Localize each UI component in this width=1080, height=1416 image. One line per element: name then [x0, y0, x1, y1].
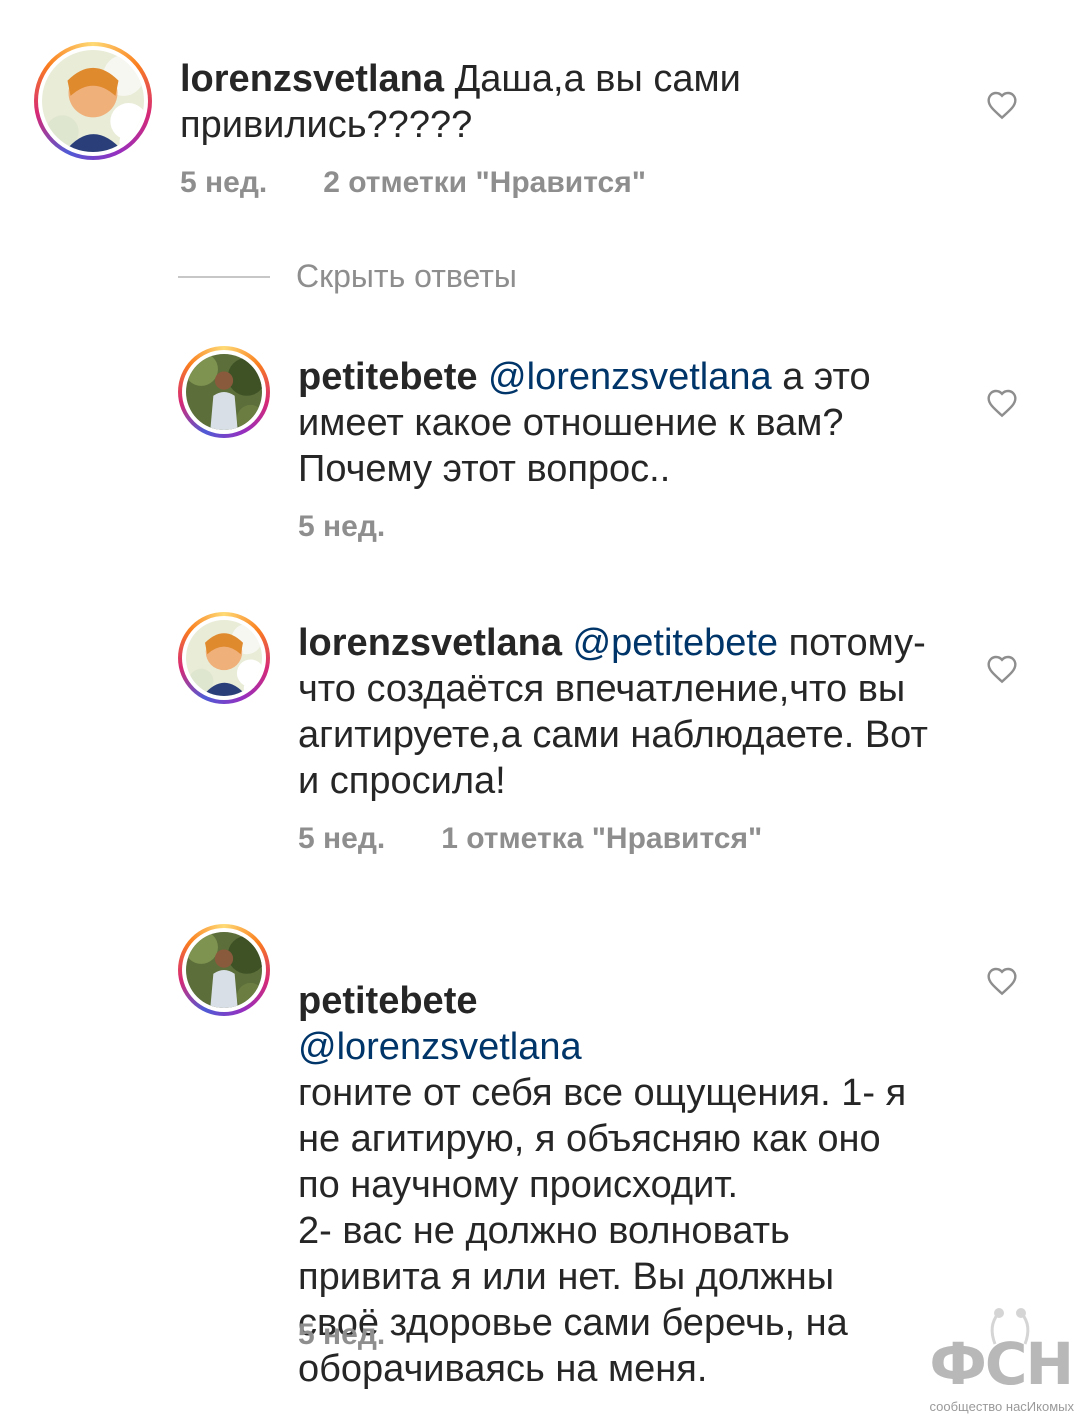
hide-replies-label: Скрыть ответы — [296, 258, 517, 294]
heart-outline-icon[interactable] — [986, 388, 1018, 418]
comment-username[interactable]: petitebete — [298, 980, 477, 1022]
avatar-photo — [186, 354, 262, 430]
heart-outline-icon[interactable] — [986, 966, 1018, 996]
comment-meta: 5 нед. 1 отметка "Нравится" — [298, 822, 762, 856]
comment-text: lorenzsvetlana Даша,а вы сами привились?… — [180, 56, 780, 148]
comment-meta: 5 нед. 2 отметки "Нравится" — [180, 166, 646, 200]
comment-username[interactable]: petitebete — [298, 356, 477, 398]
avatar-petitebete[interactable] — [178, 346, 270, 438]
comment-likes[interactable]: 1 отметка "Нравится" — [441, 822, 762, 855]
comment-username[interactable]: lorenzsvetlana — [298, 622, 562, 664]
comment-text: petitebete @lorenzsvetlana а это имеет к… — [298, 354, 918, 492]
comment-mention[interactable]: @lorenzsvetlana — [488, 356, 772, 398]
heart-outline-icon[interactable] — [986, 654, 1018, 684]
comment-mention[interactable]: @lorenzsvetlana — [298, 1026, 582, 1068]
comment-likes[interactable]: 2 отметки "Нравится" — [323, 166, 646, 199]
comment-time: 5 нед. — [298, 510, 386, 543]
comment-meta: 5 нед. — [298, 1318, 385, 1352]
comment-mention[interactable]: @petitebete — [573, 622, 779, 664]
comment-body: гоните от себя все ощущения. 1- я не аги… — [298, 1072, 907, 1390]
comment-username[interactable]: lorenzsvetlana — [180, 58, 444, 100]
comment-text: petitebete @lorenzsvetlana гоните от себ… — [298, 932, 918, 1392]
avatar-petitebete[interactable] — [178, 924, 270, 1016]
comment-meta: 5 нед. — [298, 510, 385, 544]
watermark-logo: ФСН — [929, 1330, 1074, 1398]
avatar-lorenzsvetlana[interactable] — [178, 612, 270, 704]
avatar-photo — [42, 50, 144, 152]
comment-time: 5 нед. — [298, 1318, 386, 1351]
hide-replies-button[interactable]: Скрыть ответы — [178, 258, 517, 295]
avatar-lorenzsvetlana[interactable] — [34, 42, 152, 160]
watermark-caption: сообщество насИкомых — [929, 1399, 1075, 1414]
divider-line — [178, 275, 270, 278]
comment-text: lorenzsvetlana @petitebete потому-что со… — [298, 620, 958, 804]
avatar-photo — [186, 620, 262, 696]
comment-time: 5 нед. — [298, 822, 386, 855]
comment-time: 5 нед. — [180, 166, 268, 199]
heart-outline-icon[interactable] — [986, 90, 1018, 120]
avatar-photo — [186, 932, 262, 1008]
